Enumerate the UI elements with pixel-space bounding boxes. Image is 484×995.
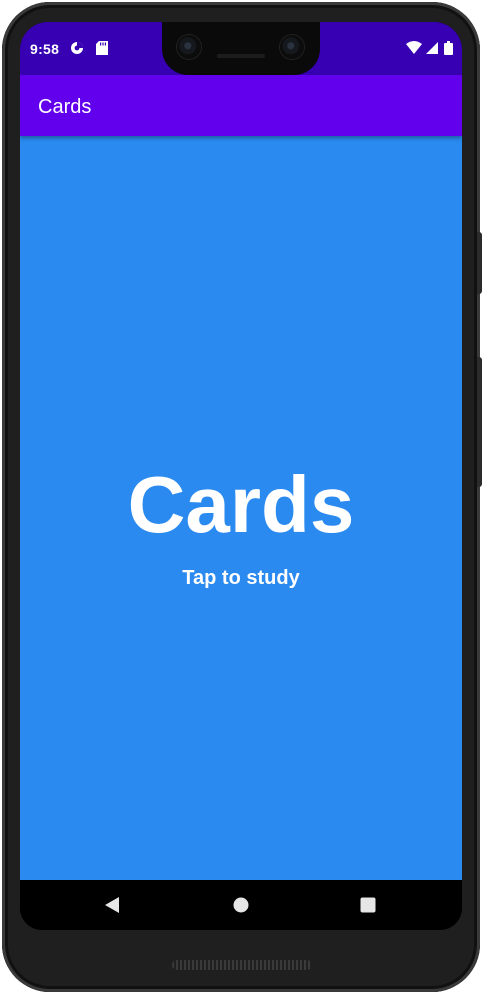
front-camera-left — [177, 35, 201, 59]
phone-frame: 9:58 Cards Cards Tap to study — [2, 2, 482, 992]
bottom-speaker-grille — [172, 960, 312, 970]
back-icon[interactable] — [101, 894, 123, 916]
cell-signal-icon — [425, 41, 439, 55]
recents-icon[interactable] — [357, 894, 379, 916]
navigation-bar — [20, 880, 462, 930]
battery-icon — [444, 41, 453, 55]
app-bar: Cards — [20, 75, 462, 136]
wifi-icon — [406, 41, 422, 55]
power-button[interactable] — [477, 232, 482, 294]
sd-card-icon — [96, 41, 110, 55]
status-bar: 9:58 — [20, 22, 462, 75]
study-card[interactable]: Cards Tap to study — [20, 136, 462, 880]
status-time: 9:58 — [30, 41, 60, 57]
home-icon[interactable] — [230, 894, 252, 916]
earpiece-speaker — [217, 54, 265, 58]
data-saver-icon — [70, 41, 84, 55]
front-camera-right — [280, 35, 304, 59]
app-bar-title: Cards — [38, 96, 92, 118]
tap-to-study-hint: Tap to study — [182, 567, 300, 589]
volume-rocker[interactable] — [477, 357, 482, 487]
device-screen: 9:58 Cards Cards Tap to study — [20, 22, 462, 930]
deck-title: Cards — [127, 460, 355, 549]
display-notch — [162, 22, 320, 75]
